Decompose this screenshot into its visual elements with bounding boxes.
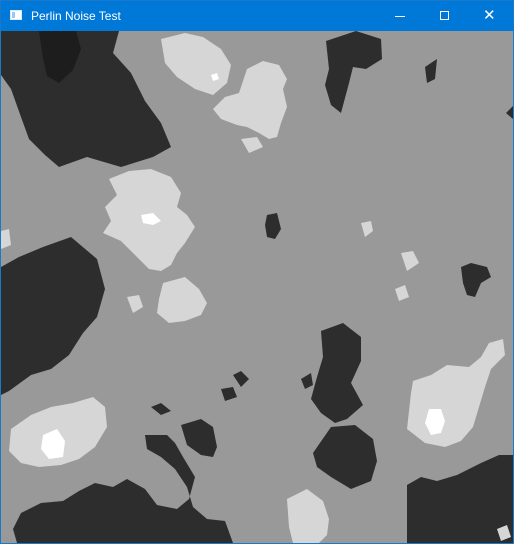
app-icon <box>10 10 22 20</box>
minimize-icon <box>395 16 405 17</box>
app-window: Perlin Noise Test ✕ <box>0 0 514 544</box>
close-icon: ✕ <box>483 7 496 24</box>
window-title: Perlin Noise Test <box>31 9 121 23</box>
minimize-button[interactable] <box>377 1 423 31</box>
close-button[interactable]: ✕ <box>467 1 513 31</box>
title-bar[interactable]: Perlin Noise Test ✕ <box>1 1 513 31</box>
noise-map <box>1 31 513 543</box>
noise-canvas <box>1 31 513 543</box>
maximize-icon <box>440 11 449 20</box>
maximize-button[interactable] <box>423 1 469 31</box>
